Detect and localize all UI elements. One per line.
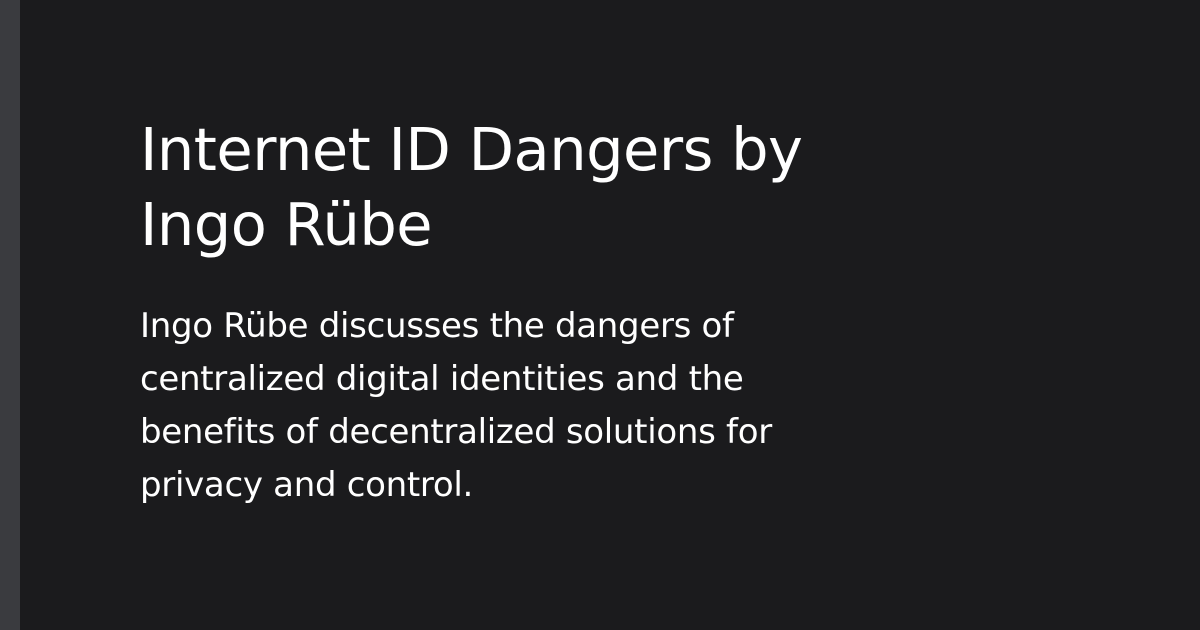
card-content: Internet ID Dangers by Ingo Rübe Ingo Rü… — [140, 112, 940, 512]
social-preview-card: Internet ID Dangers by Ingo Rübe Ingo Rü… — [0, 0, 1200, 630]
left-accent-bar — [0, 0, 20, 630]
page-title: Internet ID Dangers by Ingo Rübe — [140, 115, 803, 259]
page-description: Ingo Rübe discusses the dangers of centr… — [140, 306, 772, 505]
